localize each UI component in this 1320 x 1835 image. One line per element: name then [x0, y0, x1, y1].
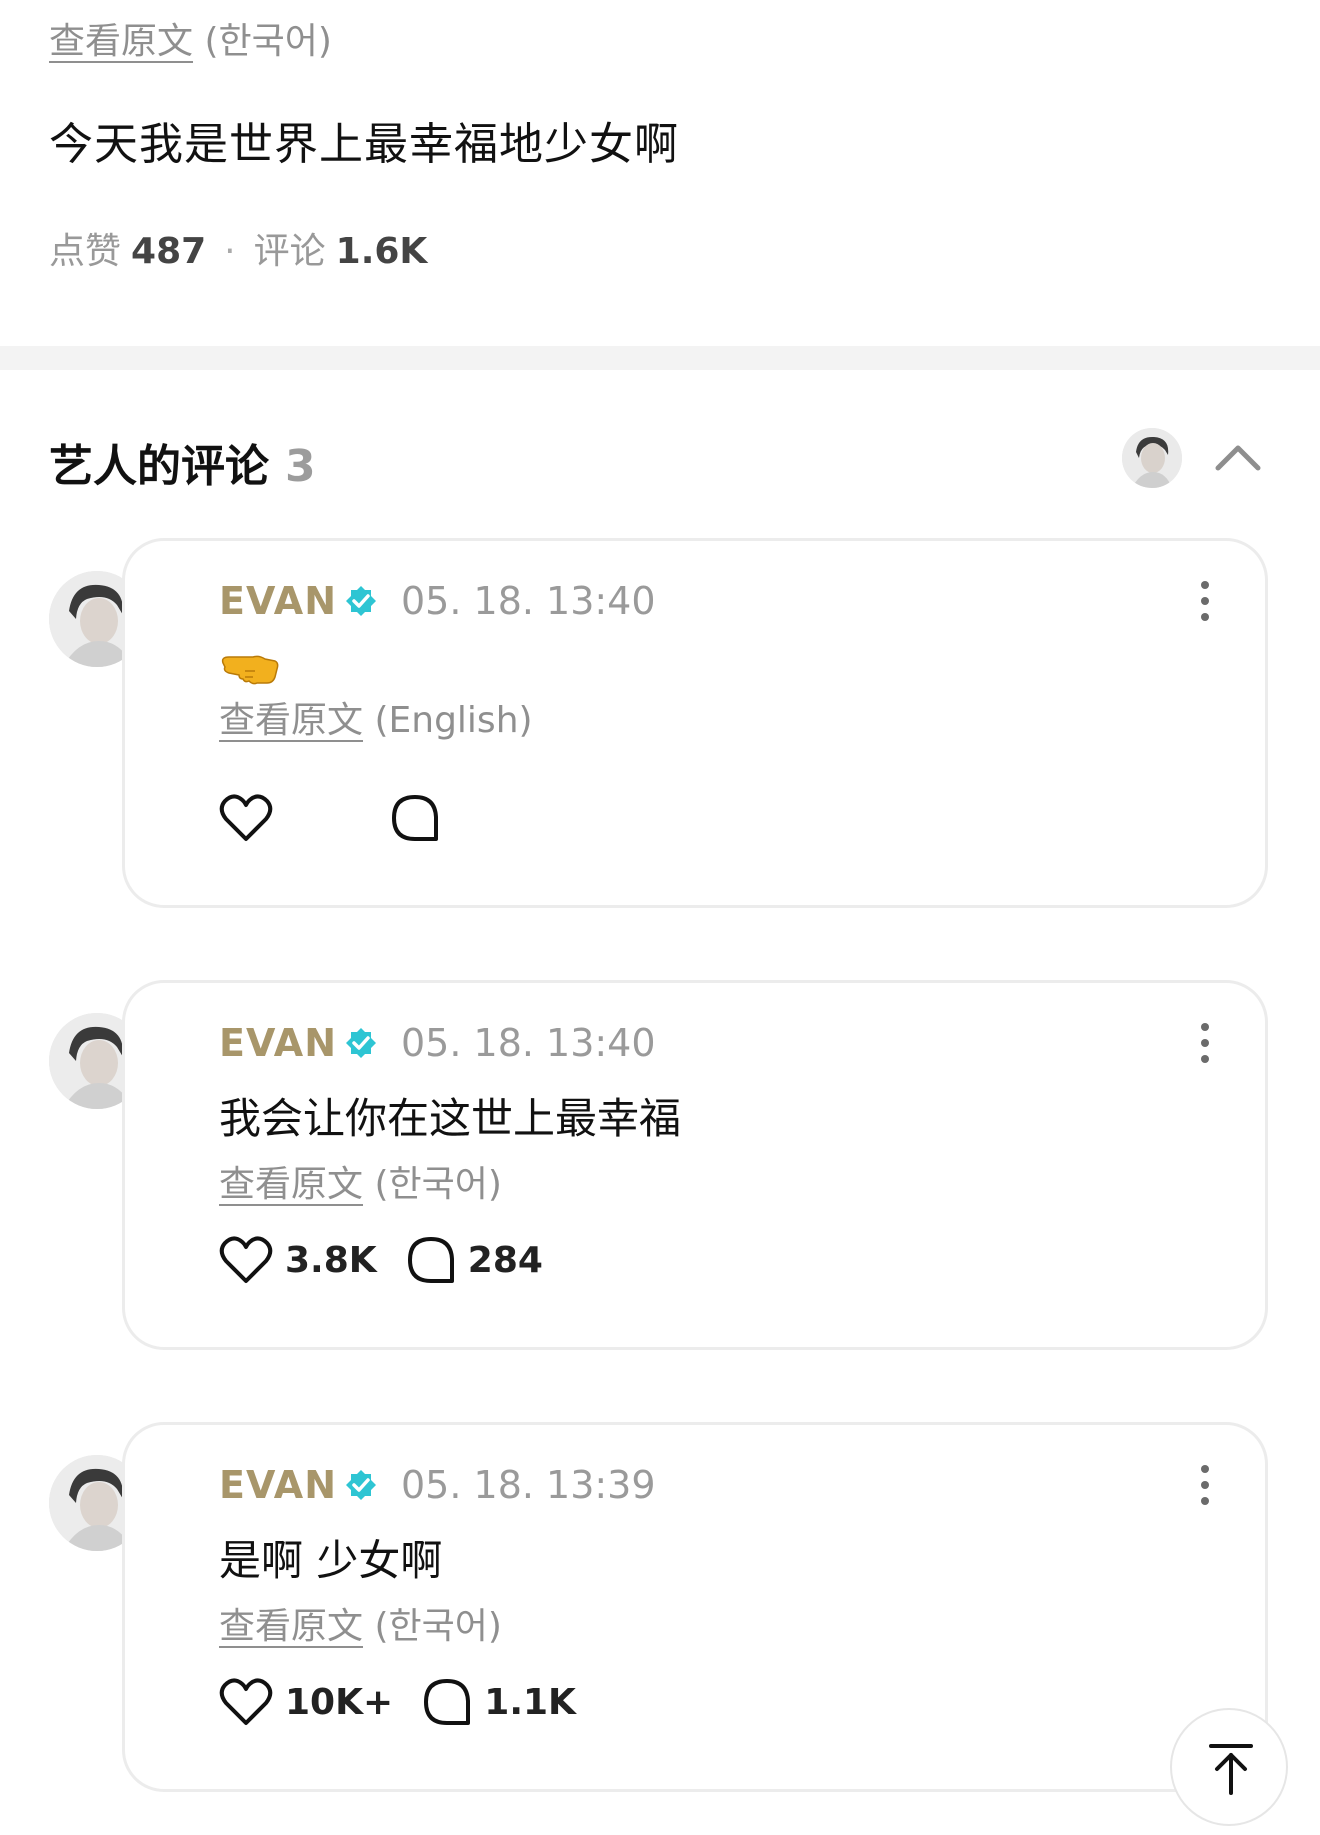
more-options-button[interactable] [1193, 581, 1217, 623]
post-original-language: (한국어) [204, 21, 332, 62]
heart-icon [219, 1236, 273, 1283]
verified-badge-icon [346, 1470, 376, 1500]
arrow-up-to-top-icon [1209, 1744, 1253, 1795]
like-button[interactable]: 3.8K [219, 1235, 377, 1285]
avatar-portrait [1122, 428, 1182, 488]
collapse-button[interactable] [1214, 436, 1262, 476]
original-language: (English) [374, 700, 533, 741]
speech-bubble-icon [424, 1679, 471, 1725]
comment-time: 05. 18. 13:40 [401, 1021, 656, 1065]
stats-separator: · [224, 231, 236, 272]
artist-avatar[interactable] [1122, 428, 1182, 488]
comment-text: 是啊 少女啊 [219, 1536, 443, 1585]
view-original-link[interactable]: 查看原文 [219, 1606, 363, 1647]
section-title-text: 艺人的评论 [49, 441, 269, 492]
like-count: 3.8K [285, 1239, 377, 1281]
comment-item: EVAN 05. 18. 13:40 查看原文 (English) [49, 538, 1272, 908]
comment-actions: 3.8K 284 [219, 1235, 543, 1291]
post-stats: 点赞 487 · 评论 1.6K [49, 222, 427, 274]
reply-count: 284 [467, 1239, 543, 1281]
speech-bubble-icon [407, 1237, 454, 1283]
heart-icon [219, 794, 273, 841]
more-options-button[interactable] [1193, 1465, 1217, 1507]
original-language: (한국어) [374, 1606, 502, 1647]
comment-header: EVAN 05. 18. 13:39 [219, 1463, 656, 1513]
section-title: 艺人的评论 3 [49, 430, 316, 494]
likes-label: 点赞 [49, 231, 122, 272]
speech-bubble-icon [392, 795, 439, 841]
comment-translate-row: 查看原文 (한국어) [219, 1597, 502, 1649]
comments-count[interactable]: 1.6K [336, 231, 428, 272]
comment-translate-row: 查看原文 (English) [219, 691, 533, 743]
comment-text: 我会让你在这世上最幸福 [219, 1094, 682, 1143]
comment-time: 05. 18. 13:40 [401, 579, 656, 623]
comment-item: EVAN 05. 18. 13:40 我会让你在这世上最幸福 查看原文 (한국어)… [49, 980, 1272, 1350]
more-options-button[interactable] [1193, 1023, 1217, 1065]
comment-time: 05. 18. 13:39 [401, 1463, 656, 1507]
comment-actions: 10K+ 1.1K [219, 1677, 576, 1733]
reply-button[interactable]: 1.1K [422, 1677, 576, 1727]
comment-actions [219, 793, 452, 849]
view-original-link[interactable]: 查看原文 [219, 700, 363, 741]
backhand-index-pointing-left-icon [221, 655, 279, 685]
verified-badge-icon [346, 1028, 376, 1058]
like-button[interactable] [219, 793, 285, 843]
artist-comments-header: 艺人的评论 3 [49, 428, 1269, 492]
reply-button[interactable]: 284 [406, 1235, 543, 1285]
comment-card: EVAN 05. 18. 13:39 是啊 少女啊 查看原文 (한국어) 10K+… [122, 1422, 1268, 1792]
post-text: 今天我是世界上最幸福地少女啊 [49, 119, 679, 170]
view-original-link[interactable]: 查看原文 [219, 1164, 363, 1205]
heart-icon [219, 1678, 273, 1725]
comment-item: EVAN 05. 18. 13:39 是啊 少女啊 查看原文 (한국어) 10K+… [49, 1422, 1272, 1792]
comment-author[interactable]: EVAN [219, 1463, 337, 1507]
chevron-up-icon [1215, 445, 1261, 471]
comment-author[interactable]: EVAN [219, 579, 337, 623]
comments-label[interactable]: 评论 [254, 231, 326, 272]
comment-card: EVAN 05. 18. 13:40 我会让你在这世上最幸福 查看原文 (한국어)… [122, 980, 1268, 1350]
more-vertical-icon [1201, 1465, 1209, 1473]
like-count: 10K+ [285, 1681, 394, 1723]
post-view-original-link[interactable]: 查看原文 [49, 21, 193, 62]
post-content: 查看原文 (한국어) 今天我是世界上最幸福地少女啊 点赞 487 · 评论 1.6K [49, 0, 1269, 340]
comment-card: EVAN 05. 18. 13:40 查看原文 (English) [122, 538, 1268, 908]
like-button[interactable]: 10K+ [219, 1677, 393, 1727]
more-vertical-icon [1201, 581, 1209, 589]
likes-count: 487 [131, 231, 207, 272]
section-count: 3 [285, 441, 316, 492]
reply-count: 1.1K [484, 1681, 576, 1723]
section-divider [0, 346, 1320, 370]
comment-header: EVAN 05. 18. 13:40 [219, 579, 656, 629]
comment-author[interactable]: EVAN [219, 1021, 337, 1065]
scroll-to-top-button[interactable] [1170, 1708, 1288, 1826]
post-translate-row: 查看原文 (한국어) [49, 12, 332, 64]
comment-header: EVAN 05. 18. 13:40 [219, 1021, 656, 1071]
original-language: (한국어) [374, 1164, 502, 1205]
reply-button[interactable] [390, 793, 452, 843]
comment-translate-row: 查看原文 (한국어) [219, 1155, 502, 1207]
more-vertical-icon [1201, 1023, 1209, 1031]
verified-badge-icon [346, 586, 376, 616]
